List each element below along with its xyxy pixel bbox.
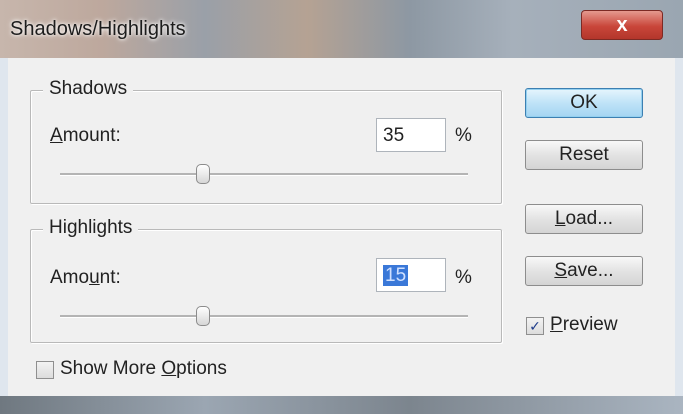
shadows-amount-input[interactable]: 35 xyxy=(376,118,446,152)
window-bottom-frame xyxy=(0,396,683,414)
load-button[interactable]: Load... xyxy=(525,204,643,234)
highlights-amount-input[interactable]: 15 xyxy=(376,258,446,292)
save-button[interactable]: Save... xyxy=(525,256,643,286)
shadows-slider-track[interactable] xyxy=(60,173,468,176)
show-more-options-label[interactable]: Show More Options xyxy=(60,358,227,380)
show-more-options-checkbox[interactable] xyxy=(36,361,54,379)
title-bar[interactable]: Shadows/Highlights x xyxy=(0,0,683,58)
highlights-percent-unit: % xyxy=(455,267,472,288)
shadows-slider-thumb[interactable] xyxy=(196,164,210,184)
dialog-body: Shadows Amount: 35 % Highlights Amount: … xyxy=(8,58,675,396)
ok-button[interactable]: OK xyxy=(525,88,643,118)
close-icon: x xyxy=(616,13,628,36)
checkmark-icon: ✓ xyxy=(529,318,541,334)
highlights-slider-track[interactable] xyxy=(60,315,468,318)
close-button[interactable]: x xyxy=(581,10,663,40)
shadows-legend: Shadows xyxy=(43,78,134,100)
highlights-slider-thumb[interactable] xyxy=(196,306,210,326)
dialog-title: Shadows/Highlights xyxy=(10,18,186,40)
highlights-amount-label: Amount: xyxy=(50,267,121,288)
shadows-highlights-dialog: Shadows/Highlights x Shadows Amount: 35 … xyxy=(0,0,683,414)
reset-button[interactable]: Reset xyxy=(525,140,643,170)
highlights-amount-selection: 15 xyxy=(383,265,409,286)
shadows-percent-unit: % xyxy=(455,125,472,146)
preview-checkbox[interactable]: ✓ xyxy=(526,317,544,335)
highlights-legend: Highlights xyxy=(43,217,139,239)
shadows-amount-label: Amount: xyxy=(50,125,121,146)
preview-label[interactable]: Preview xyxy=(550,314,618,336)
